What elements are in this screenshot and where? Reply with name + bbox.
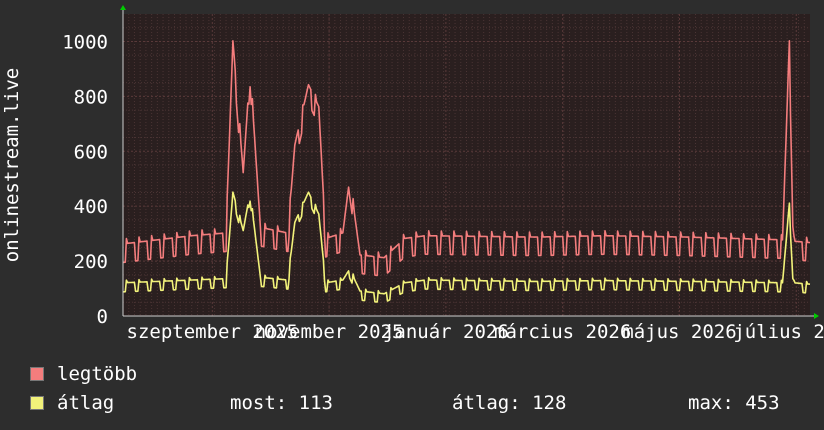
stat-max: max: 453 — [688, 392, 780, 414]
x-tick-label: január 2026 — [383, 321, 509, 343]
y-tick-label: 200 — [74, 251, 108, 273]
legend-item-max: legtöbb — [30, 363, 137, 385]
legend-item-avg: átlag — [30, 392, 114, 414]
y-axis-label: onlinestream.live — [1, 68, 23, 262]
stat-average: átlag: 128 — [452, 392, 567, 414]
x-tick-label: március 2026 — [494, 321, 631, 343]
x-tick-label: május 2026 — [622, 321, 736, 343]
y-tick-label: 0 — [97, 306, 108, 328]
legend-label-avg: átlag — [57, 392, 115, 414]
y-tick-label: 400 — [74, 196, 108, 218]
x-tick-label: november 2025 — [255, 321, 404, 343]
y-tick-label: 600 — [74, 141, 108, 163]
x-tick-label: július 2026 — [733, 321, 824, 343]
x-axis-arrow — [814, 313, 819, 319]
legend-label-max: legtöbb — [57, 363, 138, 385]
y-axis-arrow — [120, 5, 126, 10]
legend-swatch-avg — [30, 396, 44, 410]
y-tick-label: 1000 — [62, 31, 108, 53]
legend-swatch-max — [30, 367, 44, 381]
stat-now: most: 113 — [230, 392, 333, 414]
y-tick-label: 800 — [74, 86, 108, 108]
